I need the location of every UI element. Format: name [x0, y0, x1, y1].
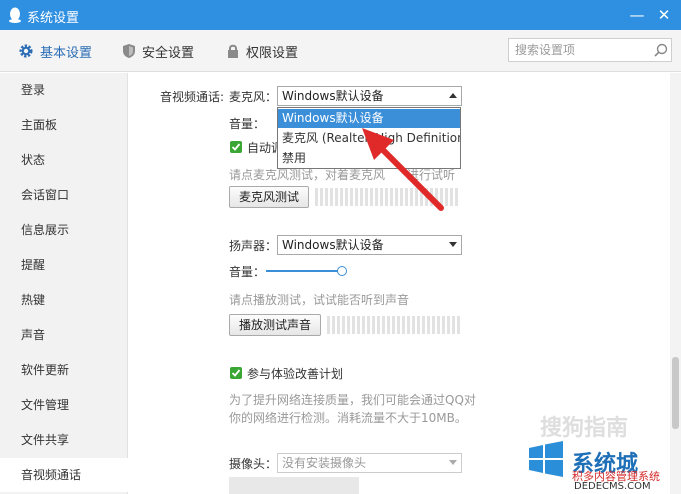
sidebar-item-file-sharing[interactable]: 文件共享 — [0, 423, 128, 457]
experience-plan-desc-line1: 为了提升网络连接质量，我们可能会通过QQ对 — [229, 393, 476, 407]
tab-permission-settings-label: 权限设置 — [246, 45, 299, 61]
sidebar-item-hotkey[interactable]: 热键 — [0, 283, 128, 317]
camera-select[interactable]: 没有安装摄像头 — [277, 453, 462, 473]
sidebar-item-status[interactable]: 状态 — [0, 143, 128, 177]
close-button[interactable]: ✕ — [654, 5, 674, 25]
tab-security-settings-label: 安全设置 — [142, 45, 195, 61]
mic-option-default[interactable]: Windows默认设备 — [278, 109, 460, 128]
sidebar-item-file-management[interactable]: 文件管理 — [0, 388, 128, 422]
camera-preview — [229, 477, 359, 494]
sidebar-item-main-panel[interactable]: 主面板 — [0, 108, 128, 142]
speaker-test-hint: 请点播放测试，试试能否听到声音 — [229, 293, 410, 307]
mic-level-meter — [315, 188, 460, 206]
auto-adjust-checkbox[interactable] — [230, 141, 242, 153]
mic-dropdown-list: Windows默认设备 麦克风 (Realtek High Definition… — [277, 107, 461, 169]
mic-select-value: Windows默认设备 — [282, 89, 384, 103]
tab-basic-settings[interactable]: 基本设置 — [18, 30, 92, 72]
tab-basic-settings-label: 基本设置 — [40, 45, 93, 61]
experience-plan-label: 参与体验改善计划 — [247, 367, 344, 381]
search-icon[interactable] — [654, 43, 668, 57]
mic-select[interactable]: Windows默认设备 — [277, 86, 462, 106]
mic-label: 麦克风： — [229, 90, 278, 104]
speaker-volume-label: 音量： — [229, 265, 266, 279]
watermark-url: DEDECMS.COM — [574, 481, 651, 492]
gear-icon — [19, 44, 33, 58]
mic-test-button[interactable]: 麦克风测试 — [229, 186, 309, 208]
sidebar-item-software-update[interactable]: 软件更新 — [0, 353, 128, 387]
sidebar-item-login[interactable]: 登录 — [0, 73, 128, 107]
experience-plan-desc-line2: 你的网络进行检测。消耗流量不大于10MB。 — [229, 411, 467, 425]
play-test-sound-button[interactable]: 播放测试声音 — [229, 314, 321, 336]
speaker-level-meter — [327, 316, 462, 334]
mic-volume-label: 音量： — [229, 117, 266, 131]
mic-option-disable[interactable]: 禁用 — [278, 149, 460, 168]
section-label-av-call: 音视频通话: — [160, 90, 225, 104]
camera-select-value: 没有安装摄像头 — [282, 456, 367, 470]
speaker-volume-track[interactable] — [266, 270, 342, 272]
sidebar-item-info-display[interactable]: 信息展示 — [0, 213, 128, 247]
dropdown-arrow-icon — [449, 93, 457, 98]
sidebar-item-reminder[interactable]: 提醒 — [0, 248, 128, 282]
mic-option-realtek[interactable]: 麦克风 (Realtek High Definition Audio — [278, 129, 460, 148]
window-title: 系统设置 — [27, 11, 80, 26]
experience-plan-checkbox[interactable] — [230, 367, 242, 379]
chevron-down-icon — [449, 242, 457, 247]
camera-label: 摄像头： — [229, 457, 278, 471]
lock-icon — [228, 44, 238, 58]
speaker-select[interactable]: Windows默认设备 — [277, 235, 462, 255]
minimize-button[interactable]: — — [627, 5, 647, 25]
speaker-select-value: Windows默认设备 — [282, 238, 384, 252]
shield-icon — [123, 44, 135, 58]
search-box — [508, 38, 672, 62]
speaker-label: 扬声器： — [229, 239, 278, 253]
settings-sidebar: 登录 主面板 状态 会话窗口 信息展示 提醒 热键 声音 软件更新 文件管理 文… — [0, 73, 129, 494]
speaker-volume-knob[interactable] — [337, 266, 347, 276]
chevron-down-icon — [449, 460, 457, 465]
content-scrollbar[interactable] — [670, 73, 681, 494]
settings-toolbar: 基本设置 安全设置 权限设置 — [0, 30, 681, 72]
sidebar-item-chat-window[interactable]: 会话窗口 — [0, 178, 128, 212]
checkmark-icon — [231, 143, 241, 151]
title-bar: 系统设置 — ✕ — [0, 0, 681, 30]
scrollbar-thumb[interactable] — [672, 357, 679, 429]
tab-permission-settings[interactable]: 权限设置 — [226, 30, 298, 72]
sidebar-item-av-call[interactable]: 音视频通话 — [0, 458, 129, 492]
tab-security-settings[interactable]: 安全设置 — [122, 30, 194, 72]
checkmark-icon — [231, 369, 241, 377]
qq-penguin-icon — [9, 7, 21, 23]
sidebar-item-sound[interactable]: 声音 — [0, 318, 128, 352]
search-input[interactable] — [509, 39, 647, 61]
windows-logo-icon — [529, 441, 563, 477]
